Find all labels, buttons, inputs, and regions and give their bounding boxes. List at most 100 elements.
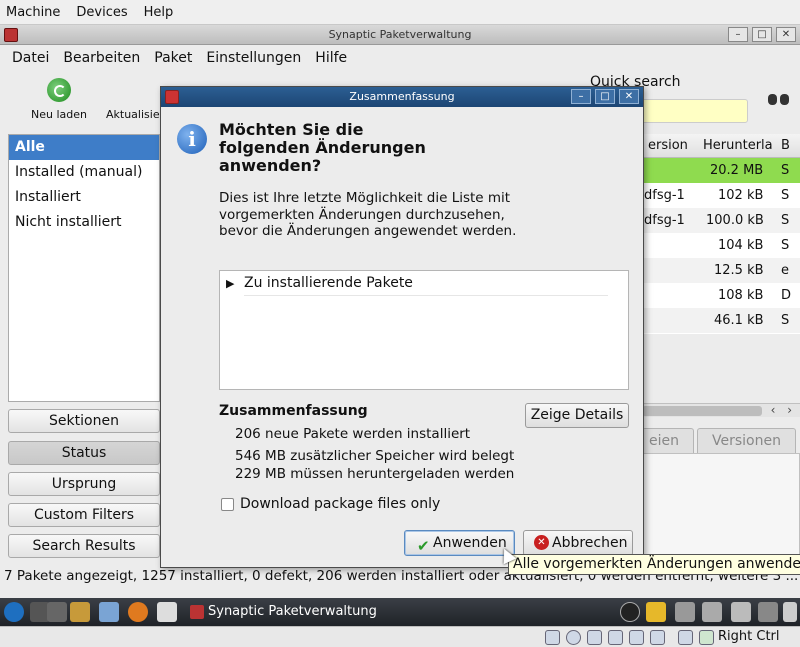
package-table-header: ersion Herunterla B [642, 134, 800, 158]
volume-tray-icon[interactable] [702, 602, 722, 622]
cancel-button[interactable]: ✕ Abbrechen [523, 530, 633, 556]
sektionen-button[interactable]: Sektionen [8, 409, 160, 433]
table-row[interactable]: 108 kB D [642, 283, 800, 308]
maximize-button[interactable]: □ [752, 27, 772, 42]
summary-line-new: 206 neue Pakete werden installiert [235, 426, 471, 442]
cancel-label: Abbrechen [552, 535, 628, 551]
search-results-button[interactable]: Search Results [8, 534, 160, 558]
recording-icon[interactable] [650, 630, 665, 645]
clipboard-tray-icon[interactable] [731, 602, 751, 622]
binoculars-search-icon[interactable] [768, 92, 790, 106]
dialog-title: Zusammenfassung [349, 90, 455, 103]
file-manager-icon[interactable] [99, 602, 119, 622]
dialog-minimize-button[interactable]: – [571, 89, 591, 104]
column-download-size[interactable]: Herunterla [703, 138, 773, 153]
host-menu-devices[interactable]: Devices [76, 5, 127, 20]
scrollbar-thumb[interactable] [642, 406, 762, 416]
table-row[interactable]: 12.5 kB e [642, 258, 800, 283]
close-button[interactable]: ✕ [776, 27, 796, 42]
column-description[interactable]: B [781, 138, 790, 153]
table-cell-size: 12.5 kB [714, 263, 764, 278]
tree-item-label: Zu installierende Pakete [244, 275, 413, 291]
update-tray-icon[interactable] [646, 602, 666, 622]
tab-eigenschaften[interactable]: eien [642, 428, 694, 453]
minimize-button[interactable]: – [728, 27, 748, 42]
filter-item-installiert[interactable]: Installiert [9, 185, 159, 210]
network-tray-icon[interactable] [758, 602, 778, 622]
filter-item-installed-manual[interactable]: Installed (manual) [9, 160, 159, 185]
main-menubar: Datei Bearbeiten Paket Einstellungen Hil… [0, 46, 800, 70]
horizontal-scrollbar[interactable]: ‹ › [642, 403, 800, 417]
info-tray-icon[interactable] [620, 602, 640, 622]
download-only-option[interactable]: Download package files only [221, 496, 440, 512]
menu-hilfe[interactable]: Hilfe [315, 50, 347, 66]
download-only-checkbox[interactable] [221, 497, 234, 511]
dialog-close-button[interactable]: ✕ [619, 89, 639, 104]
table-row[interactable]: dfsg-1 102 kB S [642, 183, 800, 208]
power-tray-icon[interactable] [783, 602, 797, 622]
table-cell-extra: S [781, 313, 790, 328]
custom-filters-button[interactable]: Custom Filters [8, 503, 160, 527]
menu-bearbeiten[interactable]: Bearbeiten [63, 50, 140, 66]
scissors-tray-icon[interactable] [675, 602, 695, 622]
dialog-maximize-button[interactable]: □ [595, 89, 615, 104]
quick-search-input[interactable] [640, 99, 748, 123]
apply-label: Anwenden [433, 535, 507, 551]
tools-icon[interactable] [70, 602, 90, 622]
table-cell-size: 108 kB [718, 288, 764, 303]
table-row[interactable]: dfsg-1 100.0 kB S [642, 208, 800, 233]
menu-einstellungen[interactable]: Einstellungen [206, 50, 301, 66]
tab-versionen[interactable]: Versionen [697, 428, 796, 453]
dialog-message: Dies ist Ihre letzte Möglichkeit die Lis… [219, 190, 517, 239]
mail-icon[interactable] [157, 602, 177, 622]
host-menu-machine[interactable]: Machine [6, 5, 60, 20]
scroll-arrows-icon[interactable]: ‹ › [771, 403, 796, 417]
apply-tooltip: Alle vorgemerkten Änderungen anwenden [508, 554, 800, 575]
usb-icon[interactable] [587, 630, 602, 645]
network-adapter-icon[interactable] [678, 630, 693, 645]
show-details-button[interactable]: Zeige Details [525, 403, 629, 428]
taskbar-item-synaptic[interactable]: Synaptic Paketverwaltung [186, 600, 377, 624]
table-row[interactable]: 46.1 kB S [642, 308, 800, 333]
table-cell-extra: e [781, 263, 789, 278]
details-pane [642, 453, 800, 563]
column-version[interactable]: ersion [648, 138, 688, 153]
expander-arrow-icon[interactable]: ▶ [226, 277, 244, 290]
table-cell-size: 20.2 MB [710, 163, 764, 178]
menu-datei[interactable]: Datei [12, 50, 49, 66]
host-key-icon[interactable] [699, 630, 714, 645]
tree-item-install[interactable]: ▶ Zu installierende Pakete [226, 275, 413, 291]
table-cell-size: 104 kB [718, 238, 764, 253]
ursprung-button[interactable]: Ursprung [8, 472, 160, 496]
display-icon[interactable] [629, 630, 644, 645]
shared-folders-icon[interactable] [608, 630, 623, 645]
cancel-icon: ✕ [534, 535, 549, 550]
menu-paket[interactable]: Paket [154, 50, 192, 66]
host-menu-help[interactable]: Help [144, 5, 174, 20]
download-only-label: Download package files only [240, 496, 441, 512]
taskbar: Synaptic Paketverwaltung [0, 598, 800, 626]
reload-icon [47, 78, 71, 102]
filter-item-nicht-installiert[interactable]: Nicht installiert [9, 210, 159, 235]
workspace-icon[interactable] [47, 602, 67, 622]
table-cell-size: 46.1 kB [714, 313, 764, 328]
firefox-icon[interactable] [128, 602, 148, 622]
filter-item-alle[interactable]: Alle [9, 135, 159, 160]
update-button[interactable]: Aktualisie [106, 78, 160, 121]
table-row[interactable]: 104 kB S [642, 233, 800, 258]
optical-drive-icon[interactable] [566, 630, 581, 645]
status-button[interactable]: Status [8, 441, 160, 465]
details-tabs: eien Versionen [642, 428, 796, 453]
dialog-titlebar: Zusammenfassung – □ ✕ [161, 87, 643, 107]
table-row[interactable]: 20.2 MB S [642, 158, 800, 183]
host-status-bar: Right Ctrl [0, 626, 800, 647]
reload-button[interactable]: Neu laden [28, 78, 90, 121]
table-cell-extra: S [781, 213, 790, 228]
harddisk-icon[interactable] [545, 630, 560, 645]
info-icon: i [177, 124, 207, 154]
table-cell-version: dfsg-1 [644, 213, 685, 228]
filter-list: Alle Installed (manual) Installiert Nich… [8, 134, 160, 402]
host-key-label: Right Ctrl [718, 629, 780, 644]
table-cell-extra: S [781, 163, 790, 178]
start-menu-icon[interactable] [4, 602, 24, 622]
